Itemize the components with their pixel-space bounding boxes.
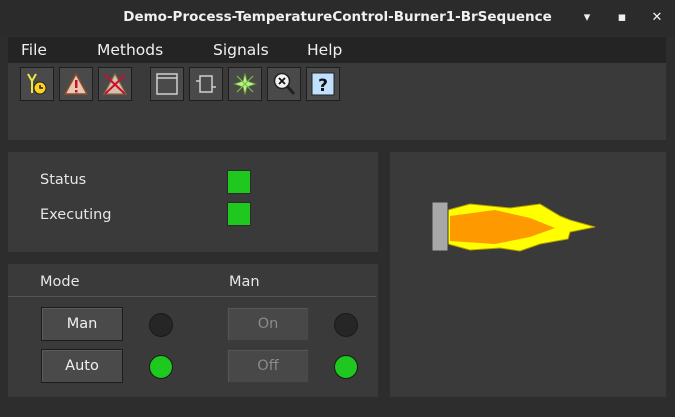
trend-button[interactable] [20, 67, 54, 101]
burner-graphic [431, 201, 596, 252]
off-button[interactable]: Off [227, 349, 309, 383]
status-label: Status [40, 172, 87, 188]
menu-methods[interactable]: Methods [97, 41, 163, 59]
object-button[interactable] [189, 67, 223, 101]
trend-icon [27, 73, 47, 95]
man-button[interactable]: Man [41, 307, 123, 341]
mode-divider [8, 296, 376, 297]
title-bar: Demo-Process-TemperatureControl-Burner1-… [0, 0, 675, 36]
toolbar: ? [8, 63, 666, 140]
executing-label: Executing [40, 207, 112, 223]
menu-signals[interactable]: Signals [213, 41, 269, 59]
status-indicator [227, 170, 251, 194]
man-header: Man [229, 274, 260, 290]
menu-file[interactable]: File [21, 41, 47, 59]
close-button[interactable]: ✕ [647, 8, 667, 28]
maximize-button[interactable]: ▪ [612, 8, 632, 28]
blocked-button[interactable] [98, 67, 132, 101]
burner-panel [390, 152, 666, 397]
off-led [334, 355, 358, 379]
flash-icon [232, 72, 258, 96]
alarm-button[interactable] [59, 67, 93, 101]
help-icon: ? [311, 72, 335, 96]
warning-icon [63, 72, 89, 95]
help-button[interactable]: ? [306, 67, 340, 101]
mode-header: Mode [40, 274, 80, 290]
object-icon [196, 75, 216, 93]
executing-indicator [227, 202, 251, 226]
auto-button[interactable]: Auto [41, 349, 123, 383]
auto-led [149, 355, 173, 379]
menu-help[interactable]: Help [307, 41, 342, 59]
burner-nozzle [431, 201, 449, 252]
man-led [149, 313, 173, 337]
status-panel [8, 152, 378, 252]
crossref-icon [273, 72, 296, 95]
blocked-icon [102, 72, 128, 95]
window-icon [156, 73, 178, 95]
on-button[interactable]: On [227, 307, 309, 341]
window-title: Demo-Process-TemperatureControl-Burner1-… [123, 9, 552, 25]
menu-bar: File Methods Signals Help [8, 37, 666, 63]
on-led [334, 313, 358, 337]
flash-button[interactable] [228, 67, 262, 101]
crossref-button[interactable] [267, 67, 301, 101]
help-glyph: ? [318, 76, 328, 96]
minimize-button[interactable]: ▾ [577, 8, 597, 28]
graph-button[interactable] [150, 67, 184, 101]
